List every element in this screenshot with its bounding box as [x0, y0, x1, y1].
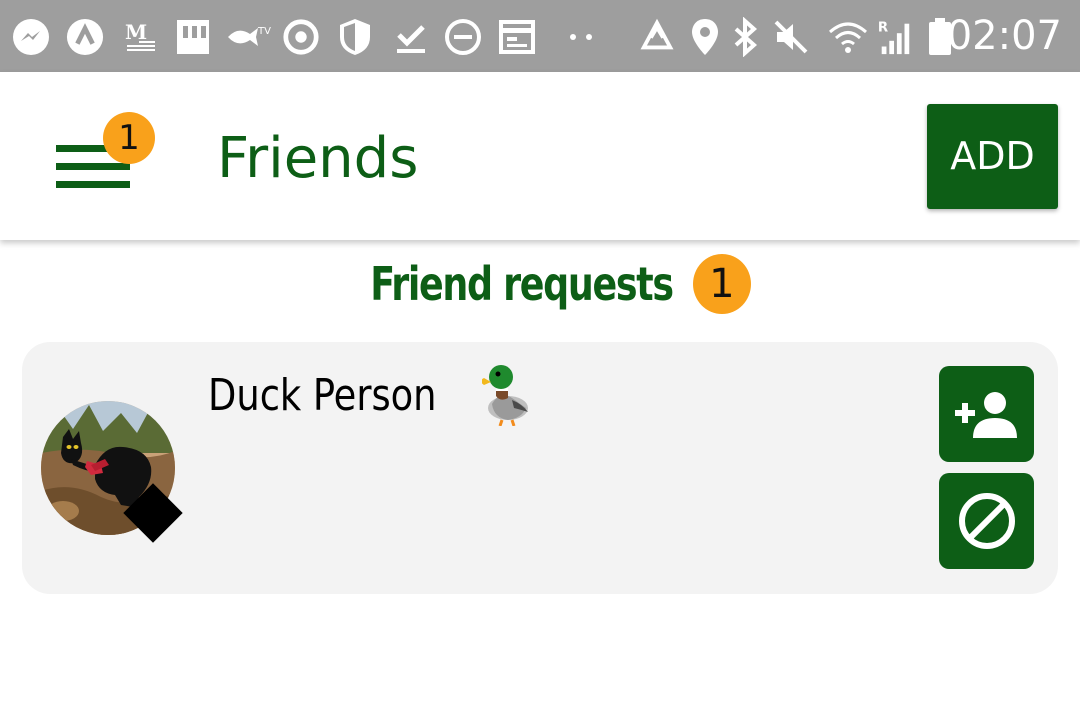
- person-add-icon: [954, 392, 1017, 438]
- more-dots-icon: [562, 18, 600, 56]
- friend-requests-count-badge: 1: [692, 254, 751, 314]
- mute-icon: [772, 18, 810, 56]
- svg-text:R: R: [878, 20, 888, 35]
- messenger-icon: [12, 18, 50, 56]
- svg-text:TV: TV: [257, 26, 271, 37]
- shield-icon: [336, 18, 374, 56]
- fish-tv-icon: TV: [226, 18, 272, 56]
- friend-request-card: Duck Person: [22, 342, 1058, 594]
- add-friend-button[interactable]: ADD: [927, 104, 1058, 209]
- app-bar: 1 Friends ADD: [0, 72, 1080, 240]
- request-sender-name: Duck Person: [208, 370, 437, 421]
- block-icon: [958, 493, 1015, 549]
- calendar-icon: [498, 18, 536, 56]
- accept-request-button[interactable]: [939, 366, 1034, 462]
- duck-icon: [480, 360, 532, 427]
- page-title: Friends: [217, 126, 419, 191]
- wifi-icon: [826, 18, 870, 56]
- menu-button[interactable]: 1: [40, 112, 155, 202]
- friend-requests-title: Friend requests: [370, 257, 674, 311]
- do-not-disturb-icon: [444, 18, 482, 56]
- sd-card-icon: [174, 18, 212, 56]
- recycle-icon: [638, 18, 676, 56]
- download-done-icon: [392, 18, 430, 56]
- friend-requests-header: Friend requests 1: [0, 254, 1080, 314]
- signal-roaming-icon: R: [876, 18, 914, 56]
- block-request-button[interactable]: [939, 473, 1034, 569]
- status-bar: M TV R 02:07: [0, 0, 1080, 72]
- bluetooth-icon: [726, 17, 764, 57]
- location-icon: [686, 18, 724, 56]
- menu-notification-badge: 1: [103, 112, 155, 164]
- m-news-icon: M: [122, 18, 160, 56]
- status-clock: 02:07: [946, 13, 1062, 59]
- svg-text:M: M: [125, 20, 147, 44]
- arrow-up-circle-icon: [66, 18, 104, 56]
- sync-target-icon: [282, 18, 320, 56]
